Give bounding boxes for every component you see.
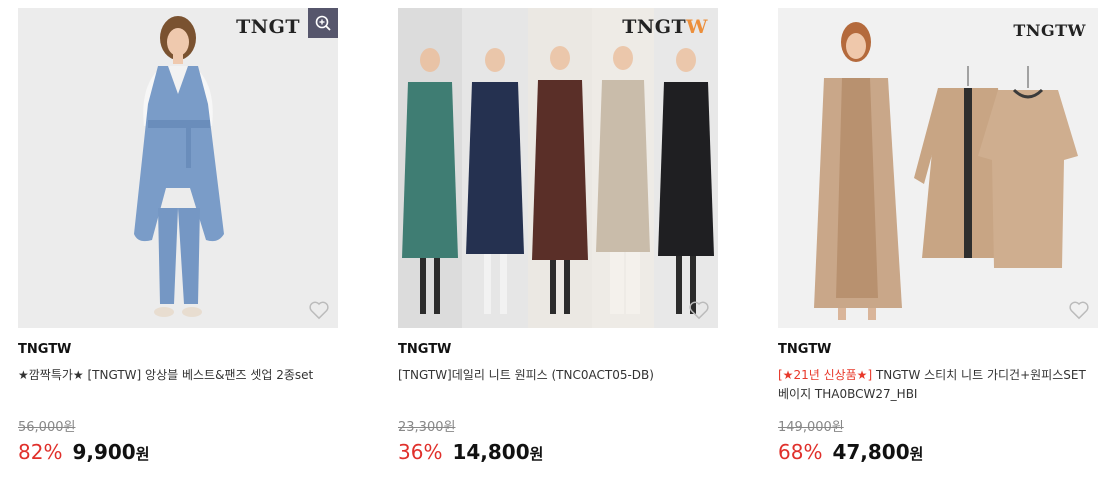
product-title[interactable]: ★깜짝특가★ [TNGTW] 앙상블 베스트&팬즈 셋업 2종set xyxy=(18,366,338,406)
price-line: 68% 47,800 원 xyxy=(778,440,1098,464)
product-title[interactable]: [★21년 신상품★] TNGTW 스티치 니트 가디건+원피스SET 베이지 … xyxy=(778,366,1098,406)
brand-logo-3: TNGTW xyxy=(1013,21,1086,40)
product-image-1[interactable]: TNGT xyxy=(18,8,338,328)
heart-icon[interactable] xyxy=(688,300,710,320)
heart-icon[interactable] xyxy=(1068,300,1090,320)
sale-price: 9,900 xyxy=(72,440,136,464)
price-line: 36% 14,800 원 xyxy=(398,440,718,464)
product-title[interactable]: [TNGTW]데일리 니트 원피스 (TNC0ACT05-DB) xyxy=(398,366,718,406)
currency-unit: 원 xyxy=(529,445,544,463)
currency-unit: 원 xyxy=(909,445,924,463)
title-highlight: [★21년 신상품★] xyxy=(778,368,873,382)
zoom-in-icon xyxy=(315,15,331,31)
discount-rate: 68% xyxy=(778,440,823,464)
zoom-button[interactable] xyxy=(308,8,338,38)
product-brand: TNGTW xyxy=(778,342,832,357)
price-line: 82% 9,900 원 xyxy=(18,440,338,464)
product-card-3[interactable]: TNGTW TNGTW [★21년 신상품★] TNGTW 스티치 니트 가디건… xyxy=(778,8,1098,464)
brand-logo-1: TNGT xyxy=(236,16,300,38)
product-image-2[interactable]: TNGTW xyxy=(398,8,718,328)
heart-icon[interactable] xyxy=(308,300,330,320)
sale-price: 47,800 xyxy=(832,440,910,464)
discount-rate: 82% xyxy=(18,440,63,464)
brand-logo-2: TNGTW xyxy=(622,16,708,38)
original-price: 56,000원 xyxy=(18,420,76,435)
discount-rate: 36% xyxy=(398,440,443,464)
original-price: 23,300원 xyxy=(398,420,456,435)
product-grid: TNGT TNGTW ★깜짝특가★ [TNGTW] 앙상블 베스트&팬즈 셋업 … xyxy=(0,0,1111,494)
product-card-2[interactable]: TNGTW TNGTW [TNGTW]데일리 니트 원피스 (TNC0ACT05… xyxy=(398,8,718,464)
currency-unit: 원 xyxy=(135,445,150,463)
original-price: 149,000원 xyxy=(778,420,844,435)
product-brand: TNGTW xyxy=(398,342,452,357)
product-brand: TNGTW xyxy=(18,342,72,357)
product-image-3[interactable]: TNGTW xyxy=(778,8,1098,328)
product-card-1[interactable]: TNGT TNGTW ★깜짝특가★ [TNGTW] 앙상블 베스트&팬즈 셋업 … xyxy=(18,8,338,464)
sale-price: 14,800 xyxy=(452,440,530,464)
